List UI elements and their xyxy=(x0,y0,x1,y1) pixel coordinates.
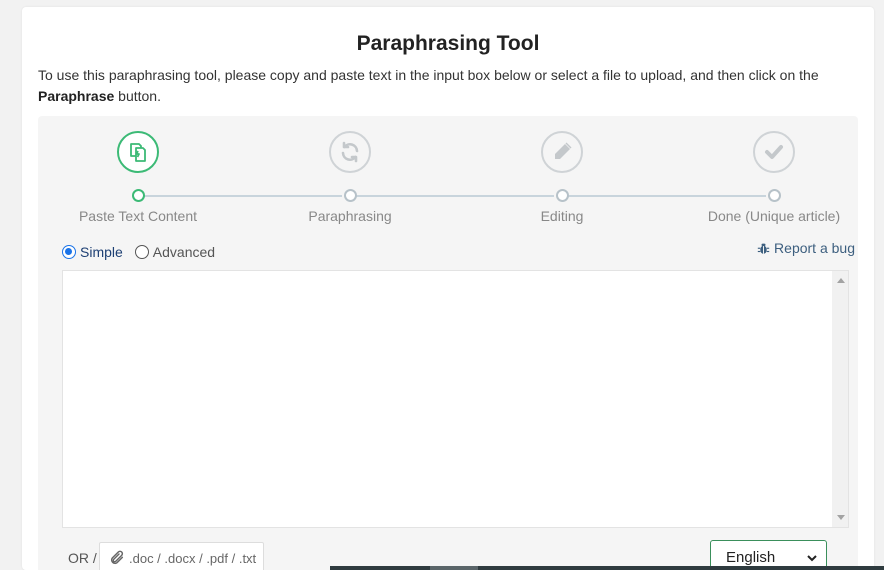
refresh-icon xyxy=(329,131,371,173)
or-label: OR / xyxy=(68,550,97,566)
step-connector xyxy=(144,195,342,197)
intro-bold: Paraphrase xyxy=(38,88,115,104)
file-upload-button[interactable]: .doc / .docx / .pdf / .txt xyxy=(99,542,264,570)
language-selected: English xyxy=(726,549,776,566)
bug-icon xyxy=(757,243,770,254)
mode-selector: Simple Advanced xyxy=(62,244,227,260)
chevron-down-icon xyxy=(807,554,817,561)
step-connector xyxy=(568,195,766,197)
step-dot xyxy=(132,189,145,202)
scroll-up-icon[interactable] xyxy=(837,278,845,283)
paraphraser-card: Paraphrasing Tool To use this paraphrasi… xyxy=(22,7,874,570)
intro-text: To use this paraphrasing tool, please co… xyxy=(38,67,819,104)
bottom-scroll-thumb[interactable] xyxy=(430,566,478,570)
step-label: Paraphrasing xyxy=(308,208,392,224)
radio-unchecked-icon[interactable] xyxy=(134,245,149,259)
step-label: Editing xyxy=(540,208,584,224)
radio-checked-icon[interactable] xyxy=(62,245,76,259)
step-dot xyxy=(344,189,357,202)
step-label: Paste Text Content xyxy=(78,208,198,224)
check-icon xyxy=(753,131,795,173)
scroll-down-icon[interactable] xyxy=(837,515,845,520)
step-dot xyxy=(556,189,569,202)
report-bug-label: Report a bug xyxy=(774,240,855,256)
tool-panel: Paste Text Content Paraphrasing Editing … xyxy=(38,116,858,570)
text-input[interactable] xyxy=(62,270,832,528)
mode-simple-radio[interactable]: Simple xyxy=(62,244,123,260)
mode-advanced-label: Advanced xyxy=(152,244,216,260)
pencil-icon xyxy=(541,131,583,173)
step-connector xyxy=(356,195,554,197)
paperclip-icon xyxy=(110,550,124,565)
page-title: Paraphrasing Tool xyxy=(356,32,540,55)
mode-advanced-radio[interactable]: Advanced xyxy=(134,244,216,260)
report-bug-link[interactable]: Report a bug xyxy=(757,240,855,256)
paste-icon xyxy=(117,131,159,173)
step-label: Done (Unique article) xyxy=(707,208,841,224)
bottom-scroll-bar xyxy=(330,566,884,570)
text-input-scrollbar[interactable] xyxy=(832,270,849,528)
step-dot xyxy=(768,189,781,202)
file-upload-label: .doc / .docx / .pdf / .txt xyxy=(129,550,257,566)
mode-simple-label: Simple xyxy=(80,244,123,260)
